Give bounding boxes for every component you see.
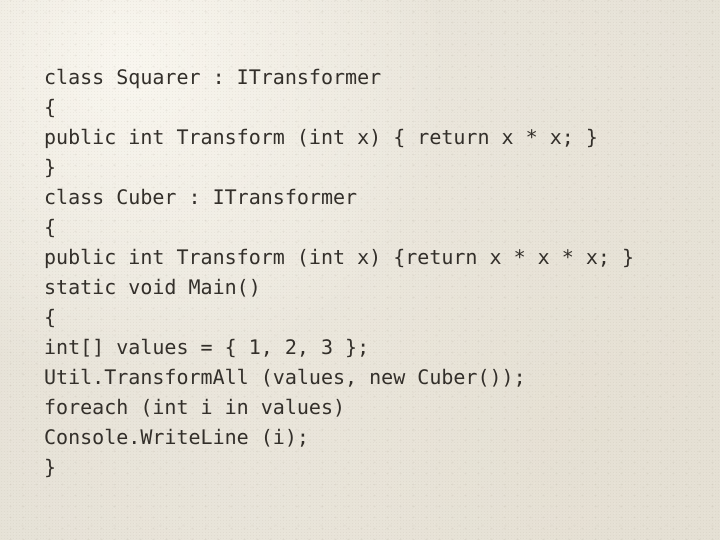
code-line: { [44,215,57,239]
code-line: } [44,155,57,179]
code-line: { [44,95,57,119]
code-line: { [44,305,57,329]
code-line: Util.TransformAll (values, new Cuber()); [44,365,526,389]
code-line: Console.WriteLine (i); [44,425,309,449]
code-line: class Squarer : ITransformer [44,65,382,89]
code-line: int[] values = { 1, 2, 3 }; [44,335,370,359]
code-line: public int Transform (int x) {return x *… [44,245,635,269]
code-line: } [44,455,57,479]
code-line: public int Transform (int x) { return x … [44,125,598,149]
code-line: foreach (int i in values) [44,395,346,419]
code-line: class Cuber : ITransformer [44,185,358,209]
code-listing: class Squarer : ITransformer { public in… [44,62,706,482]
code-line: static void Main() [44,275,261,299]
paper-background: class Squarer : ITransformer { public in… [0,0,720,540]
